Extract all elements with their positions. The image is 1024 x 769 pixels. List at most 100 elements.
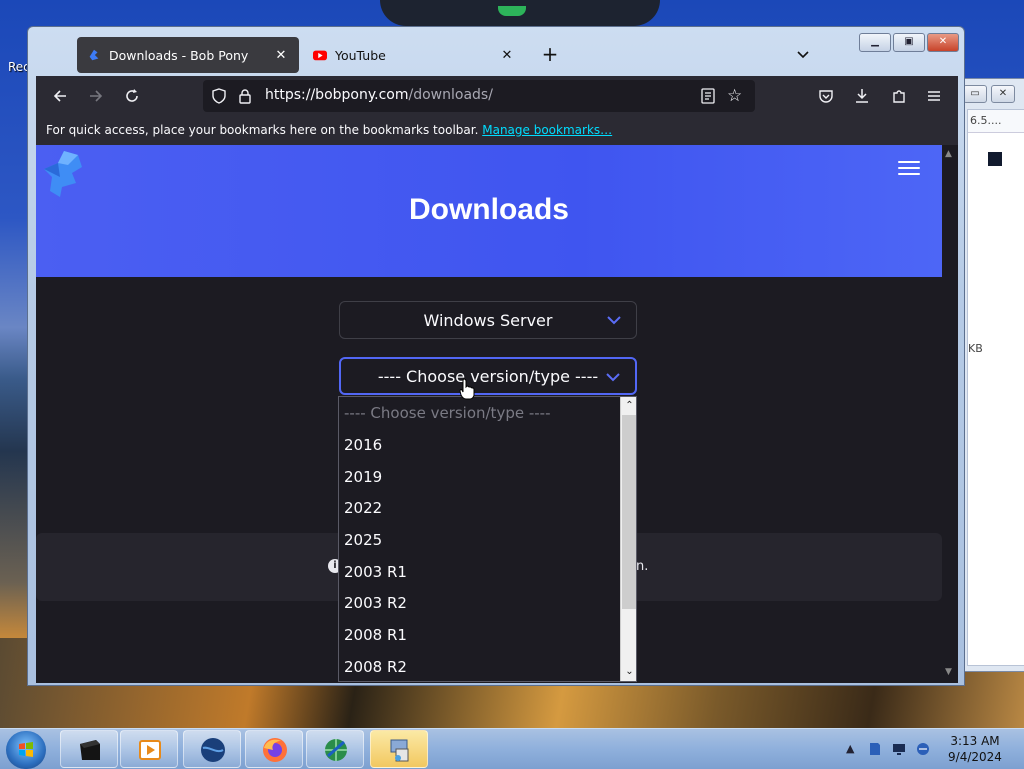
windows-logo-icon bbox=[19, 742, 33, 757]
taskbar: ▲ 3:13 AM 9/4/2024 bbox=[0, 728, 1024, 769]
chevron-down-icon bbox=[607, 316, 621, 325]
caption-buttons: ▁ ▣ ✕ bbox=[859, 33, 959, 52]
network-globe-icon bbox=[325, 739, 347, 761]
background-window[interactable]: ▭ ✕ 6.5.... KB bbox=[956, 78, 1024, 672]
clock-time: 3:13 AM bbox=[950, 734, 1000, 748]
download-icon bbox=[856, 89, 868, 103]
app-menu-button[interactable] bbox=[922, 84, 946, 108]
hand-cursor-icon bbox=[459, 378, 475, 400]
black-box-app-icon bbox=[80, 740, 100, 760]
extensions-button[interactable] bbox=[887, 84, 911, 108]
action-center-icon[interactable] bbox=[868, 742, 882, 756]
close-window-button[interactable]: ✕ bbox=[927, 33, 959, 52]
scroll-up-icon[interactable]: ▲ bbox=[945, 149, 952, 159]
bobpony-favicon-icon bbox=[89, 49, 99, 61]
downloads-button[interactable] bbox=[850, 84, 874, 108]
dropdown-option[interactable]: 2016 bbox=[344, 430, 382, 461]
monitor-icon[interactable] bbox=[892, 742, 906, 756]
pocket-button[interactable] bbox=[814, 84, 838, 108]
scroll-down-icon[interactable]: ▼ bbox=[945, 667, 952, 677]
taskbar-app-globe[interactable] bbox=[183, 730, 241, 768]
taskbar-app-installer[interactable] bbox=[370, 730, 428, 768]
url-bar[interactable]: https://bobpony.com/downloads/ ☆ bbox=[203, 80, 755, 112]
bookmarks-message: For quick access, place your bookmarks h… bbox=[46, 123, 479, 137]
new-tab-button[interactable]: + bbox=[538, 43, 562, 67]
pocket-icon bbox=[819, 90, 833, 103]
url-path: /downloads/ bbox=[408, 87, 493, 103]
network-status-icon[interactable] bbox=[916, 742, 930, 756]
background-window-content: 6.5.... KB bbox=[967, 109, 1024, 666]
bookmark-star-icon[interactable]: ☆ bbox=[727, 86, 747, 106]
navigation-toolbar: https://bobpony.com/downloads/ ☆ bbox=[36, 76, 958, 116]
page-title: Downloads bbox=[408, 193, 569, 226]
site-menu-button[interactable] bbox=[898, 161, 920, 175]
puzzle-icon bbox=[893, 90, 905, 103]
dropdown-option[interactable]: 2025 bbox=[344, 525, 382, 556]
version-select[interactable]: ---- Choose version/type ---- bbox=[339, 357, 637, 395]
dropdown-option[interactable]: 2019 bbox=[344, 462, 382, 493]
start-button[interactable] bbox=[6, 731, 46, 769]
tab-label: YouTube bbox=[335, 47, 386, 63]
dropdown-scrollbar[interactable]: ⌃ ⌄ bbox=[620, 397, 636, 681]
scrollbar-thumb[interactable] bbox=[622, 415, 636, 609]
version-dropdown-list[interactable]: ---- Choose version/type ---- 2016 2019 … bbox=[338, 396, 637, 682]
dropdown-option[interactable]: 2003 R1 bbox=[344, 557, 407, 588]
manage-bookmarks-link[interactable]: Manage bookmarks… bbox=[482, 123, 612, 137]
chevron-down-icon bbox=[797, 51, 809, 59]
reader-view-icon[interactable] bbox=[700, 88, 716, 104]
show-hidden-icons-button[interactable]: ▲ bbox=[846, 742, 860, 756]
back-button[interactable] bbox=[48, 84, 72, 108]
restore-button[interactable]: ▭ bbox=[963, 85, 987, 103]
back-arrow-icon bbox=[53, 90, 66, 102]
page-scrollbar[interactable]: ▲ ▼ bbox=[942, 145, 958, 683]
youtube-icon bbox=[313, 50, 327, 61]
tab-downloads[interactable]: Downloads - Bob Pony ✕ bbox=[77, 37, 299, 73]
close-tab-icon[interactable]: ✕ bbox=[273, 48, 289, 63]
background-window-address[interactable]: 6.5.... bbox=[968, 110, 1024, 133]
tab-label: Downloads - Bob Pony bbox=[109, 47, 249, 63]
taskbar-app-firefox[interactable] bbox=[245, 730, 303, 768]
maximize-button[interactable]: ▣ bbox=[893, 33, 925, 52]
dropdown-option[interactable]: 2022 bbox=[344, 493, 382, 524]
dropdown-option[interactable]: 2008 R2 bbox=[344, 652, 407, 681]
installer-icon bbox=[390, 739, 409, 762]
close-tab-icon[interactable]: ✕ bbox=[499, 48, 515, 63]
globe-icon bbox=[201, 738, 225, 762]
scroll-up-icon[interactable]: ⌃ bbox=[624, 400, 635, 411]
scroll-down-icon[interactable]: ⌄ bbox=[624, 666, 635, 677]
minimize-button[interactable]: ▁ bbox=[859, 33, 891, 52]
close-button[interactable]: ✕ bbox=[991, 85, 1015, 103]
dropdown-option[interactable]: ---- Choose version/type ---- bbox=[344, 398, 550, 429]
url-text[interactable]: https://bobpony.com/downloads/ bbox=[265, 87, 493, 103]
url-host: https://bobpony.com bbox=[265, 87, 409, 103]
size-label: KB bbox=[968, 342, 983, 355]
taskbar-app-network[interactable] bbox=[306, 730, 364, 768]
clock-date: 9/4/2024 bbox=[948, 750, 1002, 764]
lock-icon[interactable] bbox=[237, 88, 253, 104]
forward-arrow-icon bbox=[90, 90, 103, 102]
forward-button[interactable] bbox=[84, 84, 108, 108]
chevron-down-icon bbox=[606, 373, 620, 382]
wallpaper-accent bbox=[498, 6, 526, 16]
menu-icon bbox=[928, 91, 940, 101]
firefox-icon bbox=[263, 738, 287, 762]
reload-button[interactable] bbox=[120, 84, 144, 108]
info-text: n. bbox=[636, 559, 649, 574]
app-icon bbox=[988, 152, 1002, 166]
tab-bar: Downloads - Bob Pony ✕ YouTube ✕ + bbox=[36, 35, 958, 75]
bobpony-logo-icon[interactable] bbox=[38, 147, 88, 199]
os-select-value: Windows Server bbox=[423, 311, 553, 330]
reload-icon bbox=[126, 89, 138, 102]
os-select[interactable]: Windows Server bbox=[339, 301, 637, 339]
tracking-protection-shield-icon[interactable] bbox=[211, 88, 227, 104]
list-all-tabs-button[interactable] bbox=[791, 43, 815, 67]
dropdown-option[interactable]: 2003 R2 bbox=[344, 588, 407, 619]
taskbar-clock[interactable]: 3:13 AM 9/4/2024 bbox=[940, 733, 1010, 765]
tab-youtube[interactable]: YouTube ✕ bbox=[303, 37, 525, 73]
dropdown-option[interactable]: 2008 R1 bbox=[344, 620, 407, 651]
version-select-value: ---- Choose version/type ---- bbox=[377, 367, 599, 386]
taskbar-app-terminal[interactable] bbox=[60, 730, 118, 768]
taskbar-app-media-player[interactable] bbox=[120, 730, 178, 768]
bookmarks-toolbar: For quick access, place your bookmarks h… bbox=[36, 116, 958, 145]
hero-banner: Downloads bbox=[36, 145, 942, 277]
